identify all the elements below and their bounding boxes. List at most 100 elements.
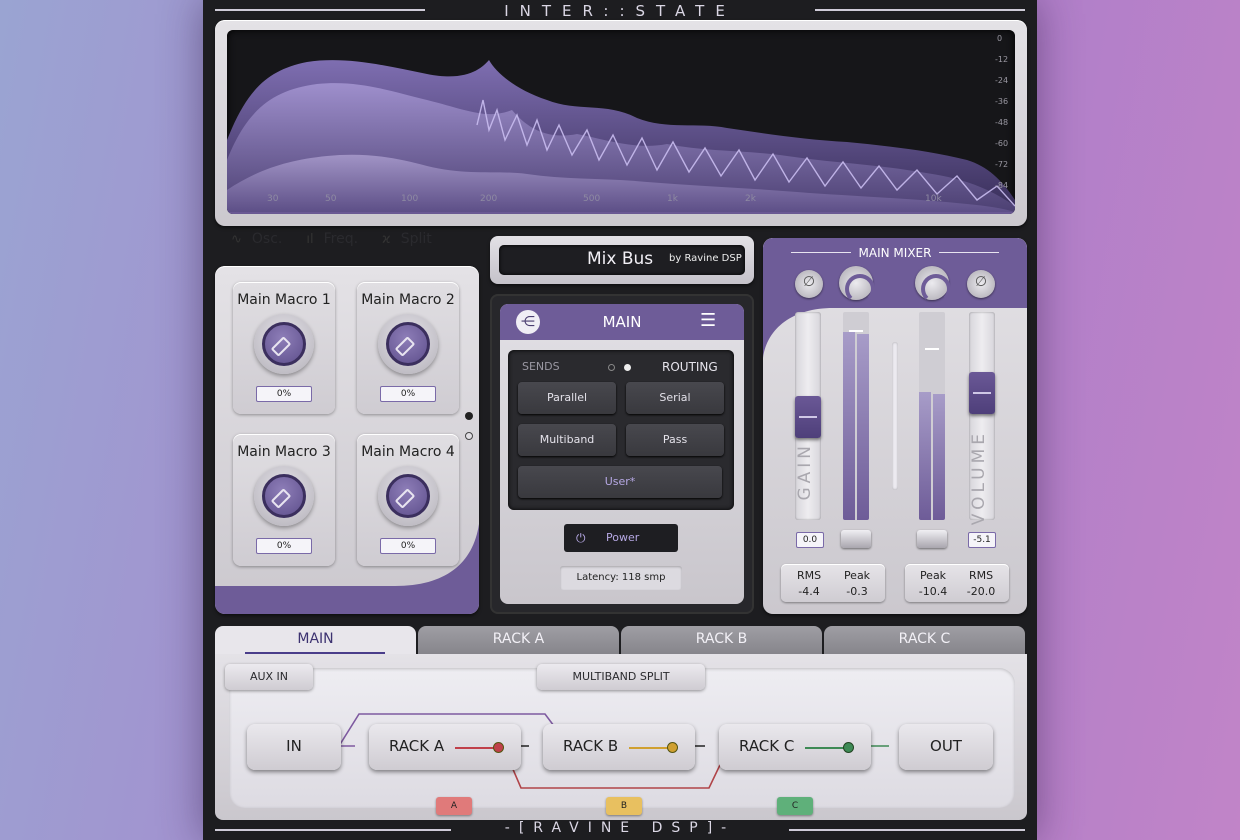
brand-footer: -[RAVINE DSP]-	[504, 820, 736, 836]
rack-c-node[interactable]: RACK C	[719, 724, 871, 770]
macro-value-field[interactable]: 0%	[256, 386, 312, 402]
rack-a-node[interactable]: RACK A	[369, 724, 521, 770]
volume-fader-track[interactable]: VOLUME	[969, 312, 995, 525]
gain-fader-handle[interactable]	[795, 396, 821, 438]
rack-a-tag[interactable]: A	[436, 797, 472, 815]
pass-button[interactable]: Pass	[626, 424, 724, 456]
volume-fader-handle[interactable]	[969, 372, 995, 414]
serial-button[interactable]: Serial	[626, 382, 724, 414]
macro-page-dot[interactable]	[465, 432, 473, 440]
pan-left-knob[interactable]	[839, 266, 875, 304]
freq-tick: 30	[267, 194, 279, 204]
rack-b-tag[interactable]: B	[606, 797, 642, 815]
phase-icon: ∅	[974, 274, 988, 290]
gain-value-field[interactable]: 0.0	[796, 532, 824, 548]
power-button[interactable]: ⏻ Power	[564, 524, 678, 552]
multiband-button[interactable]: Multiband	[518, 424, 616, 456]
macro-knob[interactable]	[378, 466, 438, 526]
stat-value: -10.4	[918, 585, 948, 598]
bars-icon: ıl	[306, 231, 314, 247]
mode-split-button[interactable]: ϰ Split	[382, 231, 432, 247]
sends-label[interactable]: SENDS	[522, 360, 560, 373]
db-tick: -36	[995, 97, 1009, 106]
rack-a-level-line	[455, 747, 495, 749]
tab-label: MAIN	[297, 631, 334, 647]
rack-c-tag[interactable]: C	[777, 797, 813, 815]
macro-value-field[interactable]: 0%	[380, 538, 436, 554]
macro-page-dot-active[interactable]	[465, 412, 473, 420]
preset-screen: Mix Bus by Ravine DSP	[499, 245, 745, 275]
multiband-split-button[interactable]: MULTIBAND SPLIT	[537, 664, 705, 690]
gain-label: GAIN	[795, 442, 815, 501]
sends-toggle-dot[interactable]	[608, 364, 615, 371]
stat-value: -20.0	[966, 585, 996, 598]
spectrum-svg	[227, 60, 1015, 214]
mode-osc-button[interactable]: ∿ Osc.	[231, 231, 282, 247]
knob-indicator-icon	[270, 488, 292, 509]
freq-tick: 1k	[667, 194, 678, 204]
meter-fill-r	[933, 394, 945, 520]
node-label: RACK B	[563, 737, 619, 755]
phase-invert-right-button[interactable]: ∅	[967, 270, 995, 298]
main-module: ⋲ MAIN ☰ SENDS ROUTING Parallel Serial M…	[490, 294, 754, 614]
stat-value: -4.4	[798, 585, 820, 598]
tab-rack-c[interactable]: RACK C	[824, 626, 1025, 654]
phase-invert-left-button[interactable]: ∅	[795, 270, 823, 298]
freq-tick: 200	[480, 194, 498, 204]
macro-value-field[interactable]: 0%	[256, 538, 312, 554]
right-meter-handle[interactable]	[917, 530, 947, 548]
rack-b-node[interactable]: RACK B	[543, 724, 695, 770]
mode-label: Split	[400, 231, 432, 247]
db-tick: -48	[995, 118, 1009, 127]
stat-label: RMS	[968, 569, 994, 582]
tab-main[interactable]: MAIN	[215, 626, 416, 654]
routing-toggle-dot[interactable]	[624, 364, 631, 371]
right-stats: Peak -10.4 RMS -20.0	[905, 564, 1009, 602]
parallel-button[interactable]: Parallel	[518, 382, 616, 414]
node-label: RACK C	[739, 737, 795, 755]
meter-fill-l	[919, 392, 931, 520]
latency-readout: Latency: 118 smp	[560, 566, 682, 590]
routing-label[interactable]: ROUTING	[662, 360, 718, 374]
freq-tick: 500	[583, 194, 601, 204]
spectrum-display[interactable]: 0 -12 -24 -36 -48 -60 -72 -84 30 50 100 …	[227, 30, 1015, 214]
tab-rack-a[interactable]: RACK A	[418, 626, 619, 654]
power-label: Power	[606, 531, 640, 544]
macro-knob[interactable]	[254, 314, 314, 374]
macro-knob[interactable]	[254, 466, 314, 526]
preset-display[interactable]: Mix Bus by Ravine DSP	[490, 236, 754, 284]
rack-c-level-dot[interactable]	[843, 742, 854, 753]
freq-tick: 2k	[745, 194, 756, 204]
db-tick: -84	[995, 181, 1009, 190]
user-button[interactable]: User*	[518, 466, 722, 498]
rack-a-level-dot[interactable]	[493, 742, 504, 753]
out-node[interactable]: OUT	[899, 724, 993, 770]
in-node[interactable]: IN	[247, 724, 341, 770]
freq-tick: 10k	[925, 194, 942, 204]
rack-b-level-dot[interactable]	[667, 742, 678, 753]
stat-label: Peak	[919, 569, 947, 582]
volume-label: VOLUME	[969, 430, 989, 526]
rack-b-level-line	[629, 747, 669, 749]
meter-fill-l	[843, 332, 855, 520]
node-label: IN	[286, 737, 302, 755]
macro-2: Main Macro 2 0%	[357, 282, 459, 414]
stat-label: RMS	[796, 569, 822, 582]
hamburger-menu-icon[interactable]: ☰	[700, 310, 716, 331]
macro-name: Main Macro 4	[361, 444, 455, 460]
meter-fill-r	[857, 334, 869, 520]
left-meter-handle[interactable]	[841, 530, 871, 548]
macro-knob[interactable]	[378, 314, 438, 374]
tab-rack-b[interactable]: RACK B	[621, 626, 822, 654]
volume-value-field[interactable]: -5.1	[968, 532, 996, 548]
mode-freq-button[interactable]: ıl Freq.	[306, 231, 358, 247]
aux-in-button[interactable]: AUX IN	[225, 664, 313, 690]
stat-label: Peak	[843, 569, 871, 582]
macro-value-field[interactable]: 0%	[380, 386, 436, 402]
freq-tick: 100	[401, 194, 419, 204]
left-meter	[843, 312, 869, 520]
stat-value: -0.3	[846, 585, 868, 598]
pan-right-knob[interactable]	[915, 266, 951, 304]
rack-c-level-line	[805, 747, 845, 749]
balance-slot[interactable]	[892, 342, 898, 490]
